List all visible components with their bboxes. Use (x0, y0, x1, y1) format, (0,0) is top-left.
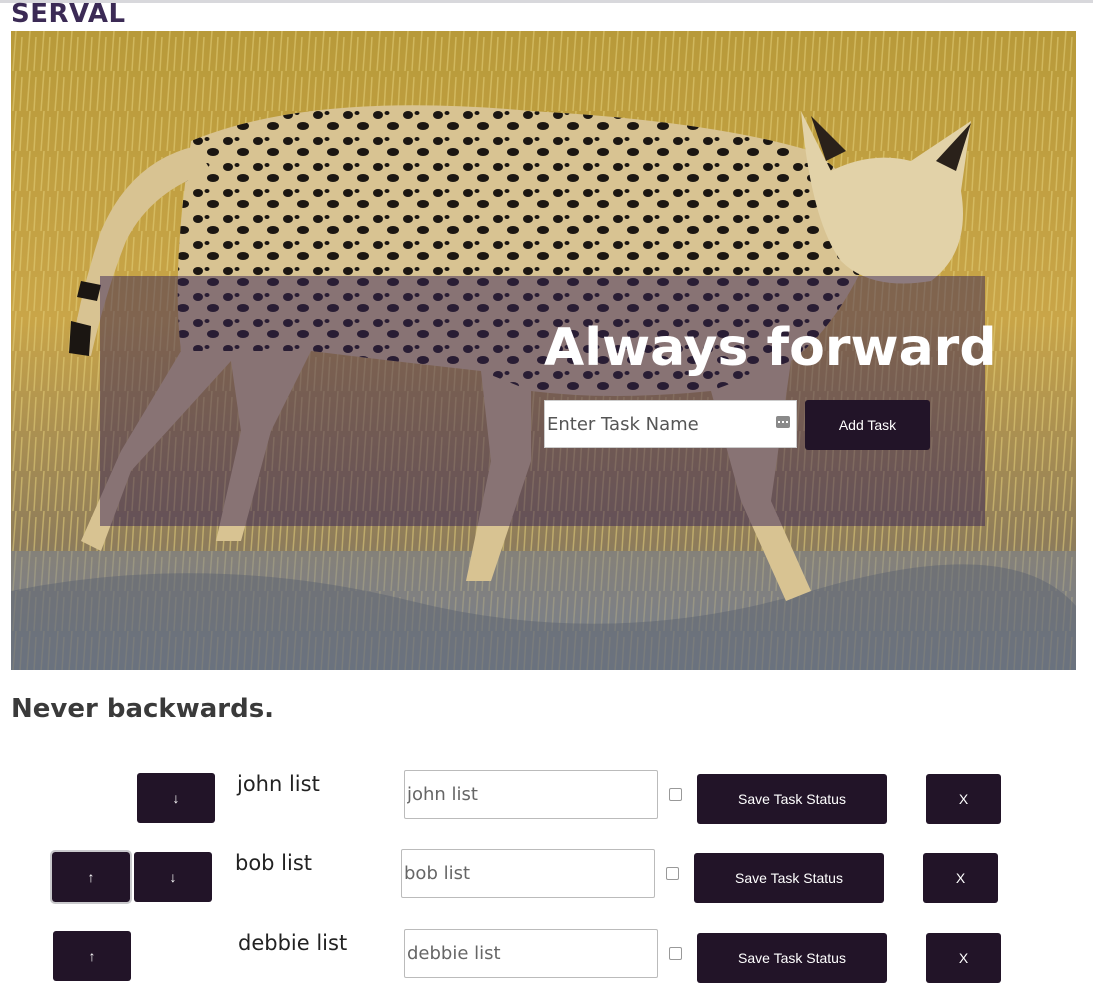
move-down-button[interactable]: ↓ (134, 852, 212, 902)
task-name-field[interactable] (401, 849, 655, 898)
delete-task-button[interactable]: X (923, 853, 998, 903)
save-task-status-button[interactable]: Save Task Status (697, 774, 887, 824)
task-name-field[interactable] (404, 770, 658, 819)
top-border (0, 0, 1093, 3)
save-task-status-button[interactable]: Save Task Status (694, 853, 884, 903)
save-task-status-button[interactable]: Save Task Status (697, 933, 887, 983)
subheading: Never backwards. (11, 694, 275, 724)
delete-task-button[interactable]: X (926, 933, 1001, 983)
task-name-input[interactable] (544, 400, 797, 448)
delete-task-button[interactable]: X (926, 774, 1001, 824)
task-label: debbie list (238, 931, 348, 955)
autofill-icon[interactable] (776, 416, 790, 428)
task-status-checkbox[interactable] (669, 788, 682, 801)
brand-title: SERVAL (11, 0, 126, 29)
task-label: bob list (235, 851, 313, 875)
task-status-checkbox[interactable] (669, 947, 682, 960)
hero-headline: Always forward (544, 318, 997, 378)
add-task-button[interactable]: Add Task (805, 400, 930, 450)
task-label: john list (237, 772, 320, 796)
task-status-checkbox[interactable] (666, 867, 679, 880)
task-name-field[interactable] (404, 929, 658, 978)
move-up-button[interactable]: ↑ (53, 931, 131, 981)
move-up-button[interactable]: ↑ (50, 850, 132, 904)
move-down-button[interactable]: ↓ (137, 773, 215, 823)
